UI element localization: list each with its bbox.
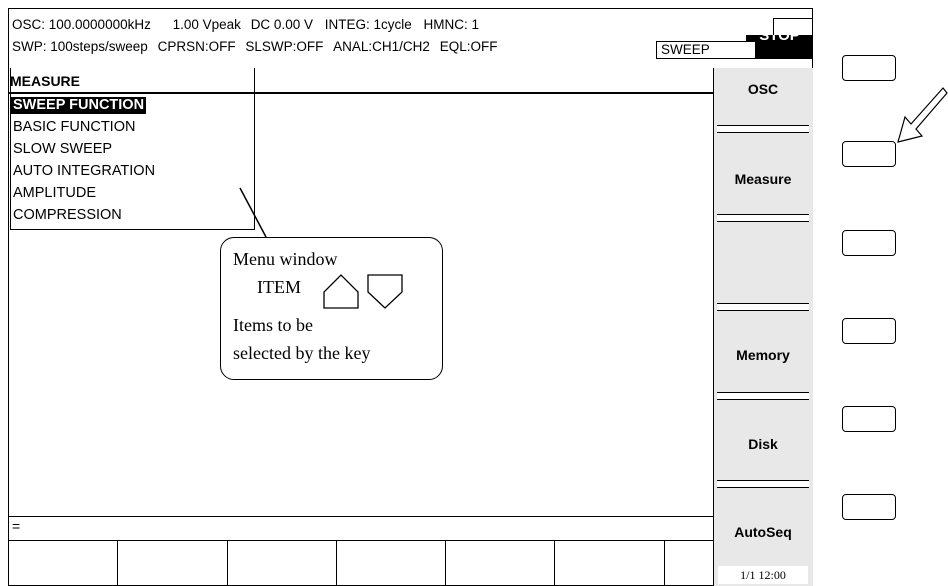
function-key-row xyxy=(8,541,713,586)
hardware-softkey-3[interactable] xyxy=(842,230,896,256)
softkey-separator xyxy=(717,125,809,133)
input-text: = xyxy=(12,518,21,534)
softkey-separator xyxy=(717,480,809,488)
softkey-autoseq[interactable]: AutoSeq xyxy=(713,524,813,540)
fkey-2[interactable] xyxy=(118,541,228,586)
hardware-softkey-2[interactable] xyxy=(842,141,896,167)
softkey-disk[interactable]: Disk xyxy=(713,436,813,452)
hardware-softkey-1[interactable] xyxy=(842,55,896,81)
callout-line-4: selected by the key xyxy=(233,343,371,363)
input-line[interactable] xyxy=(8,516,713,541)
softkey-separator xyxy=(717,214,809,222)
softkey-measure[interactable]: Measure xyxy=(713,171,813,187)
page-clock-indicator: 1/1 12:00 xyxy=(718,566,808,584)
callout-line-2: ITEM xyxy=(257,277,301,297)
softkey-memory[interactable]: Memory xyxy=(713,347,813,363)
callout-annotation: Menu window ITEM Items to be selected by… xyxy=(220,237,443,380)
fkey-7[interactable] xyxy=(665,541,713,586)
softkey-panel xyxy=(713,68,813,586)
softkey-separator xyxy=(717,303,809,311)
item-keys-icons xyxy=(323,274,403,309)
hardware-softkey-4[interactable] xyxy=(842,318,896,344)
softkey-separator xyxy=(717,392,809,400)
pointer-arrow-icon xyxy=(897,87,948,143)
up-arrow-icon xyxy=(323,274,359,309)
fkey-6[interactable] xyxy=(555,541,665,586)
callout-line-1: Menu window xyxy=(233,249,338,269)
hardware-softkey-5[interactable] xyxy=(842,406,896,432)
fkey-5[interactable] xyxy=(446,541,555,586)
down-arrow-icon xyxy=(367,274,403,309)
hardware-softkey-6[interactable] xyxy=(842,494,896,520)
fkey-4[interactable] xyxy=(337,541,446,586)
callout-line-3: Items to be xyxy=(233,315,313,335)
fkey-1[interactable] xyxy=(8,541,118,586)
fkey-3[interactable] xyxy=(228,541,337,586)
softkey-osc[interactable]: OSC xyxy=(713,81,813,97)
